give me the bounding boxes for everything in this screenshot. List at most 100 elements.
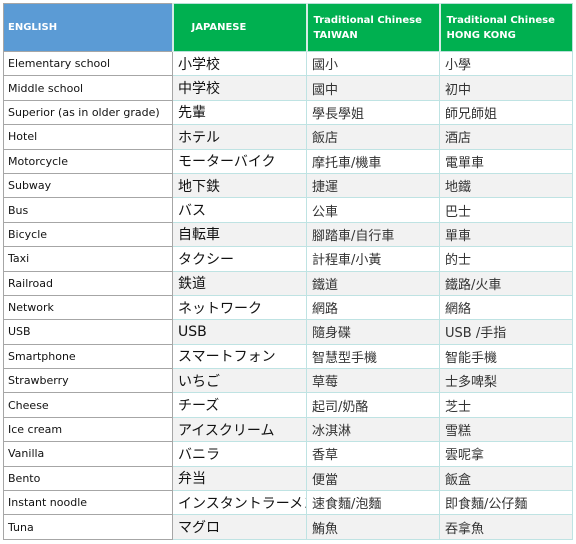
cell-english: Instant noodle [3,490,173,516]
table-row: Network ネットワーク 網路 網絡 [3,294,573,321]
cell-taiwan: 摩托車/機車 [306,148,440,174]
cell-taiwan: 香草 [306,441,440,467]
table-row: USB USB 隨身碟 USB /手指 [3,319,573,345]
cell-japanese: ホテル [172,124,307,150]
cell-taiwan: 隨身碟 [306,319,440,345]
cell-hongkong: 單車 [439,221,573,248]
table-row: Railroad 鉄道 鐵道 鐵路/火車 [3,270,573,296]
header-taiwan-line1: Traditional Chinese [313,14,422,26]
cell-taiwan: 智慧型手機 [306,343,440,370]
cell-japanese: 弁当 [172,465,307,492]
cell-english: Vanilla [3,441,173,467]
cell-japanese: 先輩 [172,99,307,126]
cell-english: Ice cream [3,416,173,443]
table-row: Superior (as in older grade) 先輩 學長學姐 師兄師姐 [3,99,573,126]
table-row: Smartphone スマートフォン 智慧型手機 智能手機 [3,343,573,370]
cell-hongkong: 雲呢拿 [439,441,573,467]
table-row: Ice cream アイスクリーム 冰淇淋 雪糕 [3,416,573,443]
cell-japanese: 中学校 [172,75,307,101]
cell-english: Superior (as in older grade) [3,99,173,126]
header-hongkong: Traditional Chinese HONG KONG [438,3,573,52]
cell-japanese: インスタントラーメン [172,490,307,516]
header-english: ENGLISH [3,3,173,52]
cell-english: Cheese [3,392,173,418]
cell-taiwan: 捷運 [306,172,440,199]
cell-english: Bicycle [3,221,173,248]
cell-english: Hotel [3,124,173,150]
cell-hongkong: 師兄師姐 [439,99,573,126]
cell-japanese: マグロ [172,514,307,540]
cell-hongkong: 芝士 [439,392,573,418]
cell-taiwan: 計程車/小黃 [306,246,440,272]
table-row: Bus バス 公車 巴士 [3,197,573,223]
cell-taiwan: 速食麵/泡麵 [306,490,440,516]
cell-japanese: 地下鉄 [172,172,307,199]
cell-taiwan: 國中 [306,75,440,101]
cell-japanese: 鉄道 [172,270,307,296]
cell-english: Network [3,294,173,321]
cell-hongkong: 地鐵 [439,172,573,199]
cell-hongkong: 智能手機 [439,343,573,370]
cell-hongkong: 士多啤梨 [439,368,573,394]
cell-taiwan: 草莓 [306,368,440,394]
cell-english: Railroad [3,270,173,296]
cell-hongkong: 網絡 [439,294,573,321]
cell-hongkong: 的士 [439,246,573,272]
cell-taiwan: 便當 [306,465,440,492]
cell-taiwan: 冰淇淋 [306,416,440,443]
cell-english: Elementary school [3,50,173,77]
table-row: Bento 弁当 便當 飯盒 [3,465,573,492]
cell-taiwan: 飯店 [306,124,440,150]
table-row: Cheese チーズ 起司/奶酪 芝士 [3,392,573,418]
table-row: Motorcycle モーターバイク 摩托車/機車 電單車 [3,148,573,174]
cell-english: Middle school [3,75,173,101]
cell-hongkong: 酒店 [439,124,573,150]
cell-english: Motorcycle [3,148,173,174]
cell-english: Taxi [3,246,173,272]
table-row: Tuna マグロ 鮪魚 吞拿魚 [3,514,573,540]
cell-english: Smartphone [3,343,173,370]
cell-english: Subway [3,172,173,199]
cell-japanese: チーズ [172,392,307,418]
table-row: Taxi タクシー 計程車/小黃 的士 [3,246,573,272]
cell-english: USB [3,319,173,345]
cell-hongkong: 鐵路/火車 [439,270,573,296]
cell-taiwan: 學長學姐 [306,99,440,126]
cell-english: Tuna [3,514,173,540]
table-row: Hotel ホテル 飯店 酒店 [3,124,573,150]
cell-japanese: 小学校 [172,50,307,77]
header-taiwan: Traditional Chinese TAIWAN [305,3,440,52]
cell-hongkong: 雪糕 [439,416,573,443]
cell-japanese: アイスクリーム [172,416,307,443]
cell-taiwan: 起司/奶酪 [306,392,440,418]
cell-taiwan: 網路 [306,294,440,321]
header-japanese: JAPANESE [171,3,307,52]
table-row: Middle school 中学校 國中 初中 [3,75,573,101]
cell-hongkong: 電單車 [439,148,573,174]
cell-hongkong: 小學 [439,50,573,77]
cell-japanese: いちご [172,368,307,394]
table-row: Strawberry いちご 草莓 士多啤梨 [3,368,573,394]
cell-hongkong: USB /手指 [439,319,573,345]
table-row: Bicycle 自転車 腳踏車/自行車 單車 [3,221,573,248]
cell-taiwan: 腳踏車/自行車 [306,221,440,248]
cell-hongkong: 巴士 [439,197,573,223]
header-hongkong-line2: HONG KONG [446,29,516,41]
cell-english: Bus [3,197,173,223]
cell-japanese: USB [172,319,307,345]
cell-hongkong: 吞拿魚 [439,514,573,540]
cell-japanese: モーターバイク [172,148,307,174]
cell-english: Strawberry [3,368,173,394]
header-row: ENGLISH JAPANESE Traditional Chinese TAIW… [3,3,573,52]
cell-taiwan: 鮪魚 [306,514,440,540]
cell-japanese: スマートフォン [172,343,307,370]
cell-japanese: バニラ [172,441,307,467]
cell-japanese: 自転車 [172,221,307,248]
cell-taiwan: 鐵道 [306,270,440,296]
cell-hongkong: 初中 [439,75,573,101]
table-row: Vanilla バニラ 香草 雲呢拿 [3,441,573,467]
cell-japanese: タクシー [172,246,307,272]
table-row: Subway 地下鉄 捷運 地鐵 [3,172,573,199]
cell-hongkong: 即食麵/公仔麵 [439,490,573,516]
cell-japanese: ネットワーク [172,294,307,321]
